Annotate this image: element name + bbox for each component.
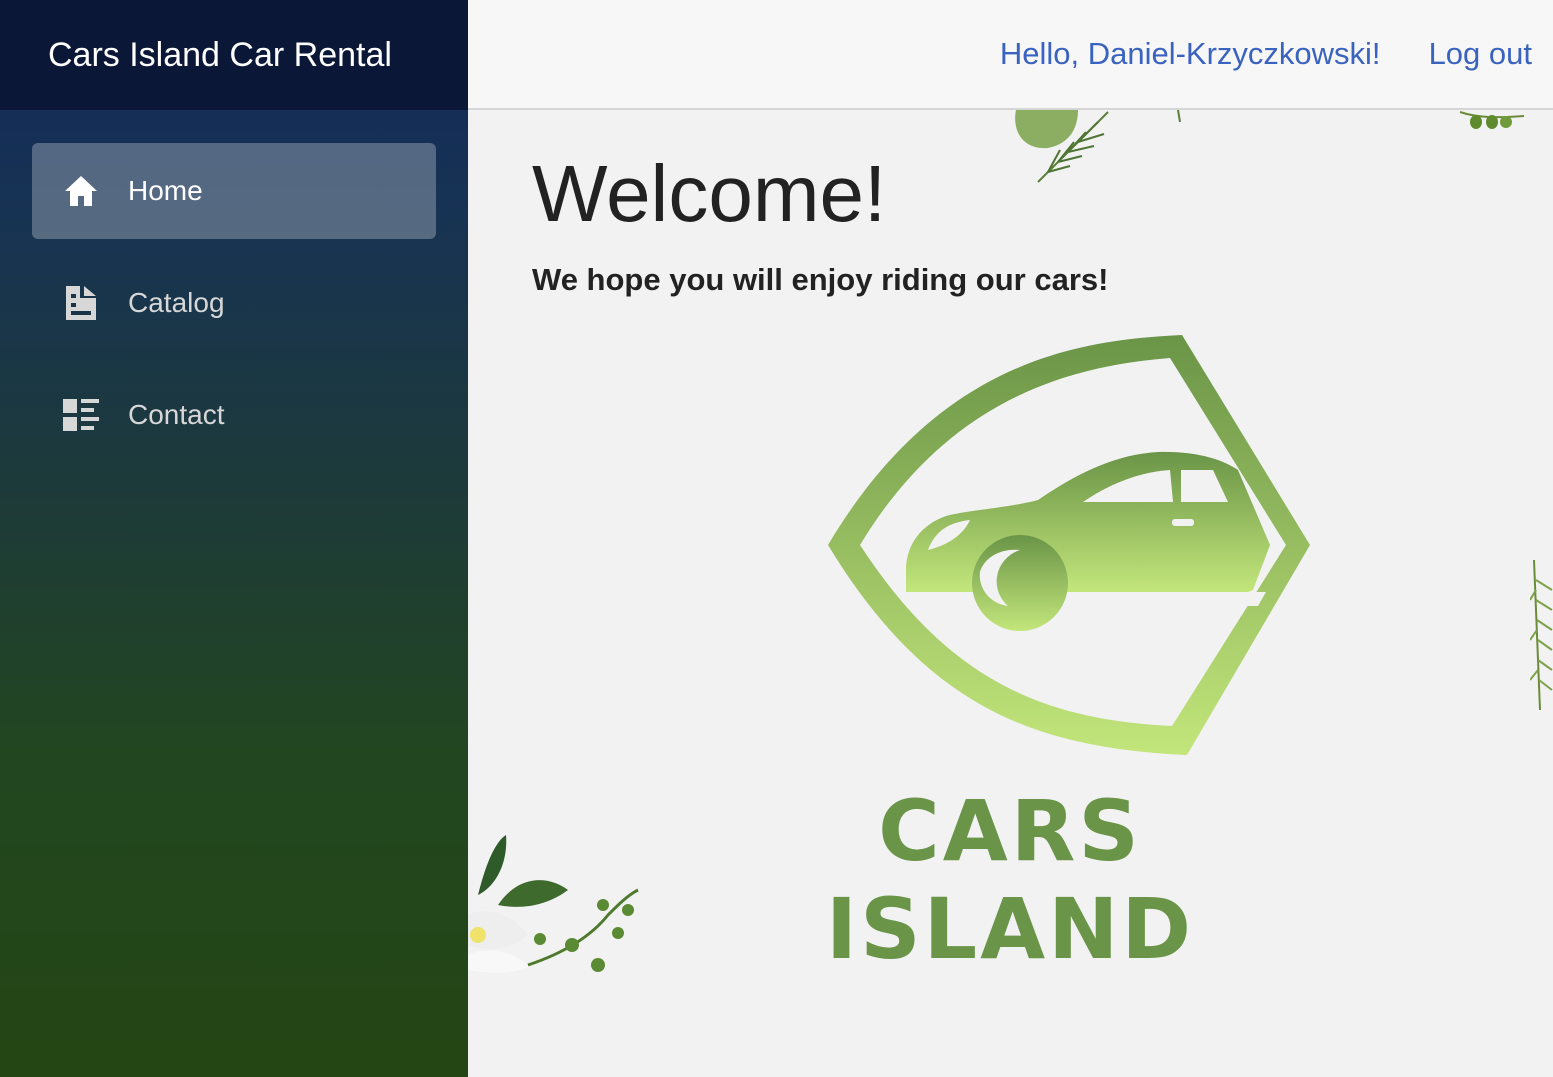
logo-wordmark: CARS ISLAND: [825, 782, 1195, 978]
sidebar-item-label: Contact: [128, 399, 225, 430]
palm-decoration-right: [1530, 560, 1553, 710]
logout-link[interactable]: Log out: [1429, 36, 1532, 72]
top-bar: Hello, Daniel-Krzyczkowski! Log out: [468, 0, 1553, 110]
sidebar-nav: Home Catalog Contact: [0, 110, 468, 463]
sidebar-item-contact[interactable]: Contact: [32, 367, 436, 463]
page-subtitle: We hope you will enjoy riding our cars!: [532, 262, 1109, 297]
brand-link[interactable]: Cars Island Car Rental: [48, 36, 392, 75]
flower-decoration-bottom-left: [468, 835, 639, 973]
sidebar: Cars Island Car Rental Home Catalog Cont…: [0, 0, 468, 1077]
user-greeting-link[interactable]: Hello, Daniel-Krzyczkowski!: [1000, 36, 1381, 72]
brand-bar: Cars Island Car Rental: [0, 0, 468, 110]
berry-decoration-top-right: [1459, 111, 1525, 129]
main-content: Welcome! We hope you will enjoy riding o…: [468, 110, 1553, 1077]
sidebar-item-catalog[interactable]: Catalog: [32, 255, 436, 351]
leaf-decoration-top: [1015, 110, 1181, 183]
list-icon: [62, 396, 100, 434]
home-icon: [62, 172, 100, 210]
sidebar-item-label: Home: [128, 175, 203, 206]
sidebar-item-label: Catalog: [128, 287, 225, 318]
page-title: Welcome!: [532, 149, 887, 238]
sidebar-item-home[interactable]: Home: [32, 143, 436, 239]
document-icon: [62, 284, 100, 322]
